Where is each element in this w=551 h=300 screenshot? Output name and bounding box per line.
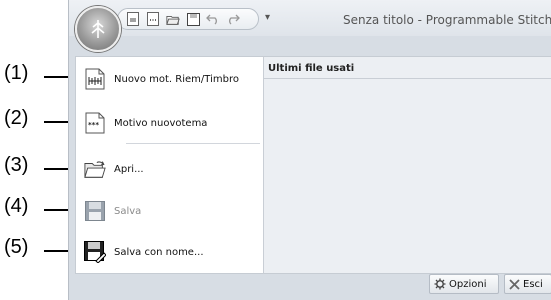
callout-2: (2) bbox=[4, 107, 29, 129]
save-icon[interactable] bbox=[186, 12, 200, 26]
stitch-pattern-icon bbox=[84, 68, 106, 90]
recent-files-pane: Ultimi file usati bbox=[263, 56, 551, 274]
svg-text:***: *** bbox=[88, 121, 99, 129]
quick-access-toolbar bbox=[117, 8, 259, 30]
new-stitch-icon[interactable] bbox=[126, 12, 140, 26]
menu-item-new-stitch[interactable]: Nuovo mot. Riem/Timbro bbox=[80, 61, 260, 97]
application-logo-icon bbox=[91, 20, 105, 38]
save-disk-icon bbox=[84, 200, 106, 222]
options-label: Opzioni bbox=[449, 278, 487, 290]
callout-3: (3) bbox=[4, 154, 29, 176]
folder-open-icon bbox=[84, 158, 106, 180]
menu-bottom-bar: Opzioni Esci bbox=[75, 274, 551, 296]
exit-label: Esci bbox=[523, 278, 543, 290]
menu-item-label: Salva con nome... bbox=[114, 246, 204, 258]
callout-5: (5) bbox=[4, 236, 29, 258]
menu-separator bbox=[126, 143, 260, 144]
open-folder-icon[interactable] bbox=[166, 12, 180, 26]
menu-item-save-as[interactable]: Salva con nome... bbox=[80, 234, 260, 270]
menu-item-label: Apri... bbox=[114, 163, 144, 175]
exit-button[interactable]: Esci bbox=[504, 274, 551, 294]
new-motif-icon[interactable] bbox=[146, 12, 160, 26]
menu-item-save[interactable]: Salva bbox=[80, 193, 260, 229]
title-bar: ▾ Senza titolo - Programmable Stitch Cr bbox=[68, 0, 551, 36]
menu-item-label: Motivo nuovotema bbox=[114, 117, 208, 129]
callout-1: (1) bbox=[4, 62, 29, 84]
window-title: Senza titolo - Programmable Stitch Cr bbox=[343, 13, 551, 27]
application-menu: Nuovo mot. Riem/Timbro *** Motivo nuovot… bbox=[68, 36, 551, 300]
menu-item-label: Nuovo mot. Riem/Timbro bbox=[114, 73, 239, 85]
application-menu-button[interactable] bbox=[75, 6, 121, 52]
motif-pattern-icon: *** bbox=[84, 112, 106, 134]
application-window: ▾ Senza titolo - Programmable Stitch Cr … bbox=[68, 0, 551, 300]
options-button[interactable]: Opzioni bbox=[429, 274, 499, 294]
recent-files-title: Ultimi file usati bbox=[268, 63, 355, 74]
menu-item-new-motif[interactable]: *** Motivo nuovotema bbox=[80, 105, 260, 141]
menu-item-open[interactable]: Apri... bbox=[80, 151, 260, 187]
menu-commands-pane: Nuovo mot. Riem/Timbro *** Motivo nuovot… bbox=[75, 56, 265, 274]
undo-icon[interactable] bbox=[206, 12, 220, 26]
recent-files-divider bbox=[264, 78, 551, 79]
qat-dropdown-icon[interactable]: ▾ bbox=[265, 12, 270, 23]
gear-icon bbox=[434, 278, 446, 290]
save-as-icon bbox=[84, 241, 106, 263]
close-icon bbox=[509, 278, 520, 290]
callout-4: (4) bbox=[4, 195, 29, 217]
redo-icon[interactable] bbox=[226, 12, 240, 26]
menu-item-label: Salva bbox=[114, 205, 142, 217]
